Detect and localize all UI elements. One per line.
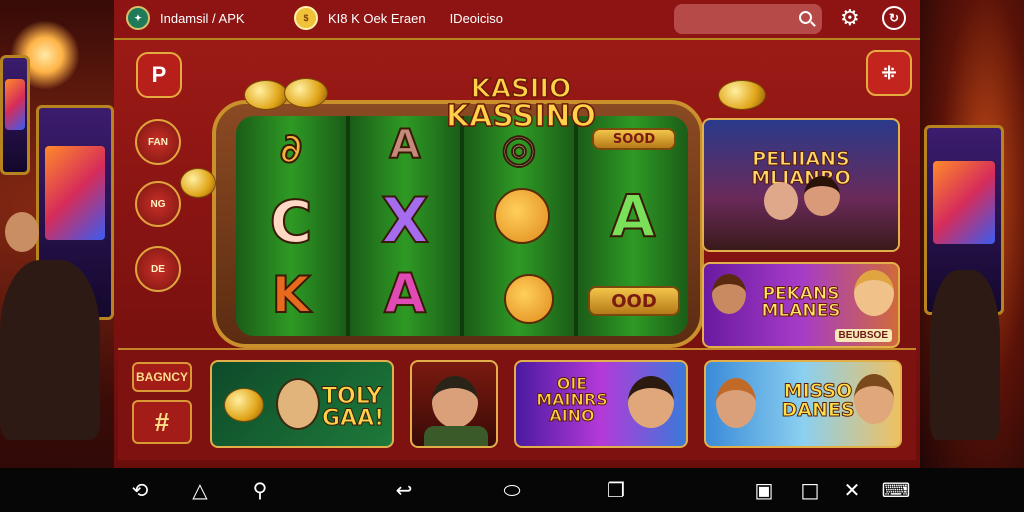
- rotate-icon[interactable]: ⟲: [128, 478, 152, 502]
- logo-line-2: KASSINO: [445, 99, 597, 134]
- search-icon[interactable]: ⚲: [248, 478, 272, 502]
- refresh-button[interactable]: ↻: [882, 0, 906, 36]
- game-tile-title: OIE MAINRS AINO: [522, 375, 622, 425]
- prize-plate-label: SOOD: [612, 131, 656, 147]
- reel-2: A X A: [350, 116, 464, 336]
- promo-badge[interactable]: $ KI8 K Oek Eraen IDeoiciso: [294, 0, 503, 36]
- home-icon[interactable]: ⬭: [500, 478, 524, 502]
- game-tile-4[interactable]: MISSO DANES: [704, 360, 902, 448]
- gear-icon[interactable]: ⚙: [840, 0, 860, 36]
- host-avatar: [628, 376, 674, 428]
- close-icon[interactable]: ✕: [840, 478, 864, 502]
- host-avatar: [764, 182, 798, 220]
- coin-icon: $: [294, 6, 318, 30]
- side-game-button-3[interactable]: DE: [135, 246, 181, 292]
- bottom-games-row: BAGNCY # TOLY GAA! OIE MAINRS AINO MISSO…: [118, 348, 916, 460]
- reels: ∂ C K A X A ◎ SOOD A OOD: [236, 116, 688, 336]
- game-tile-3[interactable]: OIE MAINRS AINO: [514, 360, 688, 448]
- reel-symbol: ∂: [279, 125, 303, 173]
- app-label: Indamsil / APK: [160, 10, 245, 26]
- screen: ✦ Indamsil / APK $ KI8 K Oek Eraen IDeoi…: [0, 0, 1024, 512]
- reel-symbol: A: [610, 181, 657, 251]
- menu-icon[interactable]: ⁜: [866, 50, 912, 96]
- side-game-button-1[interactable]: FAN: [135, 119, 181, 165]
- back-icon[interactable]: ↩: [392, 478, 416, 502]
- game-panel: P ⁜ FAN NG DE ∂ C K A X A ◎ SOOD A OOD K…: [114, 40, 920, 468]
- coin-stack-icon: [224, 388, 264, 422]
- bg-player: [930, 270, 1000, 440]
- host-avatar: [804, 176, 840, 216]
- bg-player: [0, 260, 100, 440]
- profile-button[interactable]: P: [136, 52, 182, 98]
- triangle-icon[interactable]: △: [188, 478, 212, 502]
- keyboard-icon[interactable]: ⌨: [882, 478, 911, 502]
- reel-symbol: C: [269, 187, 314, 257]
- promo-card-line-2: MLANES: [761, 301, 841, 321]
- search-icon: [799, 11, 812, 24]
- game-tile-2[interactable]: [410, 360, 498, 448]
- host-shirt: [424, 426, 488, 446]
- square-icon[interactable]: □: [798, 478, 822, 502]
- app-badge[interactable]: ✦ Indamsil / APK: [126, 0, 245, 36]
- coin-stack-icon: [284, 78, 328, 108]
- reel-3: ◎: [464, 116, 578, 336]
- reel-4: SOOD A OOD: [578, 116, 688, 336]
- bg-player-head: [5, 212, 39, 252]
- coin-stack-icon: [718, 80, 766, 110]
- reel-symbol: A: [383, 261, 427, 326]
- side-label: FAN: [148, 136, 168, 148]
- reel-1: ∂ C K: [236, 116, 350, 336]
- bear-mascot-icon: [494, 188, 550, 244]
- recents-icon[interactable]: ❐: [604, 478, 628, 502]
- category-label: BAGNCY: [135, 370, 188, 384]
- coin-stack-icon: [180, 168, 216, 198]
- category-button[interactable]: BAGNCY: [132, 362, 192, 392]
- bear-mascot-icon: [504, 274, 554, 324]
- reel-symbol: K: [271, 265, 312, 325]
- hash-button[interactable]: #: [132, 400, 192, 444]
- promo-label: KI8 K Oek Eraen: [328, 10, 426, 26]
- host-avatar: [854, 374, 894, 424]
- top-bar: ✦ Indamsil / APK $ KI8 K Oek Eraen IDeoi…: [114, 0, 920, 40]
- game-tile-1[interactable]: TOLY GAA!: [210, 360, 394, 448]
- side-label: NG: [150, 198, 166, 210]
- promo-extra: IDeoiciso: [449, 10, 504, 26]
- window-icon[interactable]: ▣: [752, 478, 776, 502]
- mascot-avatar: [276, 378, 320, 430]
- promo-card-1[interactable]: PELIIANS MLIANRO: [702, 118, 900, 252]
- promo-card-title: PEKANS MLANES: [704, 285, 898, 321]
- app-logo-icon: ✦: [126, 6, 150, 30]
- slot-machine[interactable]: ∂ C K A X A ◎ SOOD A OOD: [212, 100, 704, 348]
- promo-badge: BEUBSOE: [834, 329, 892, 342]
- prize-plate: OOD: [588, 286, 680, 316]
- hash-icon: #: [154, 406, 170, 437]
- promo-card-2[interactable]: PEKANS MLANES BEUBSOE: [702, 262, 900, 348]
- promo-card-line-2: MLIANRO: [751, 167, 851, 189]
- host-avatar: [432, 376, 478, 428]
- game-tile-line-3: AINO: [549, 406, 595, 425]
- game-logo: KASIIO KASSINO: [406, 75, 636, 134]
- coin-stack-icon: [244, 80, 288, 110]
- game-tile-title: TOLY GAA!: [322, 384, 385, 431]
- promo-card-title: PELIIANS MLIANRO: [704, 149, 898, 189]
- search-input[interactable]: [674, 4, 822, 34]
- side-game-button-2[interactable]: NG: [135, 181, 181, 227]
- side-label: DE: [151, 263, 165, 275]
- reel-symbol: X: [380, 183, 430, 258]
- refresh-icon: ↻: [882, 6, 906, 30]
- bg-slot-machine: [0, 55, 30, 175]
- system-nav-bar: ⟲ △ ⚲ ↩ ⬭ ❐ ▣ □ ✕ ⌨: [0, 468, 1024, 512]
- prize-plate-label: OOD: [611, 290, 657, 312]
